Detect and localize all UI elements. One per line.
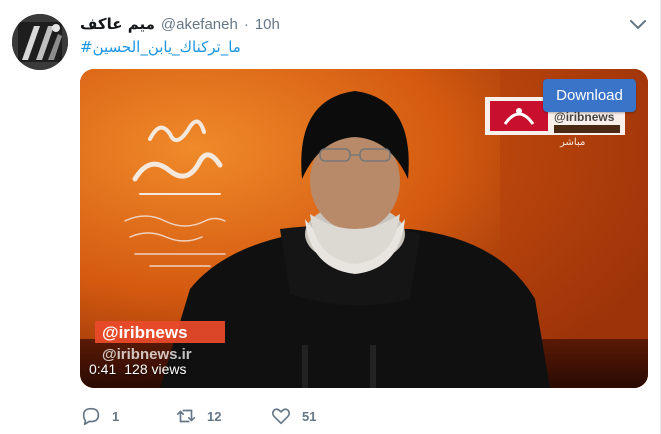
video-meta: 0:41 128 views: [89, 358, 187, 380]
video-duration: 0:41: [89, 361, 117, 377]
like-action[interactable]: 51: [270, 405, 365, 427]
video-views: 128 views: [124, 361, 187, 377]
tweet-actions: 1 12 51: [80, 404, 365, 428]
corner-logo-text: @iribnews: [554, 110, 615, 124]
reply-icon[interactable]: [80, 405, 102, 427]
heart-icon[interactable]: [270, 405, 292, 427]
retweet-icon[interactable]: [175, 405, 197, 427]
display-name[interactable]: ميم عاكف: [80, 15, 155, 33]
hashtag-link[interactable]: #ما_تركناك_يابن_الحسين: [80, 38, 241, 56]
separator-dot: ·: [243, 15, 249, 33]
download-button[interactable]: Download: [543, 79, 636, 112]
reply-action[interactable]: 1: [80, 405, 175, 427]
video-player[interactable]: @iribnews مباشر @iribnews @iribnews.ir: [80, 69, 648, 388]
reply-count: 1: [112, 408, 120, 424]
avatar[interactable]: [12, 14, 68, 70]
retweet-action[interactable]: 12: [175, 405, 270, 427]
chevron-down-icon[interactable]: [628, 18, 648, 32]
timestamp[interactable]: 10h: [255, 16, 280, 33]
like-count: 51: [302, 408, 317, 424]
watermark-text: @iribnews: [102, 323, 188, 342]
avatar-image: [12, 14, 68, 70]
video-frame: @iribnews مباشر @iribnews @iribnews.ir: [80, 69, 648, 388]
user-handle[interactable]: @akefaneh: [161, 16, 238, 33]
retweet-count: 12: [207, 408, 222, 424]
corner-logo-sub: مباشر: [559, 137, 585, 148]
tweet-header: ميم عاكف @akefaneh · 10h: [80, 13, 280, 35]
tweet-card: ميم عاكف @akefaneh · 10h #ما_تركناك_يابن…: [0, 0, 661, 434]
